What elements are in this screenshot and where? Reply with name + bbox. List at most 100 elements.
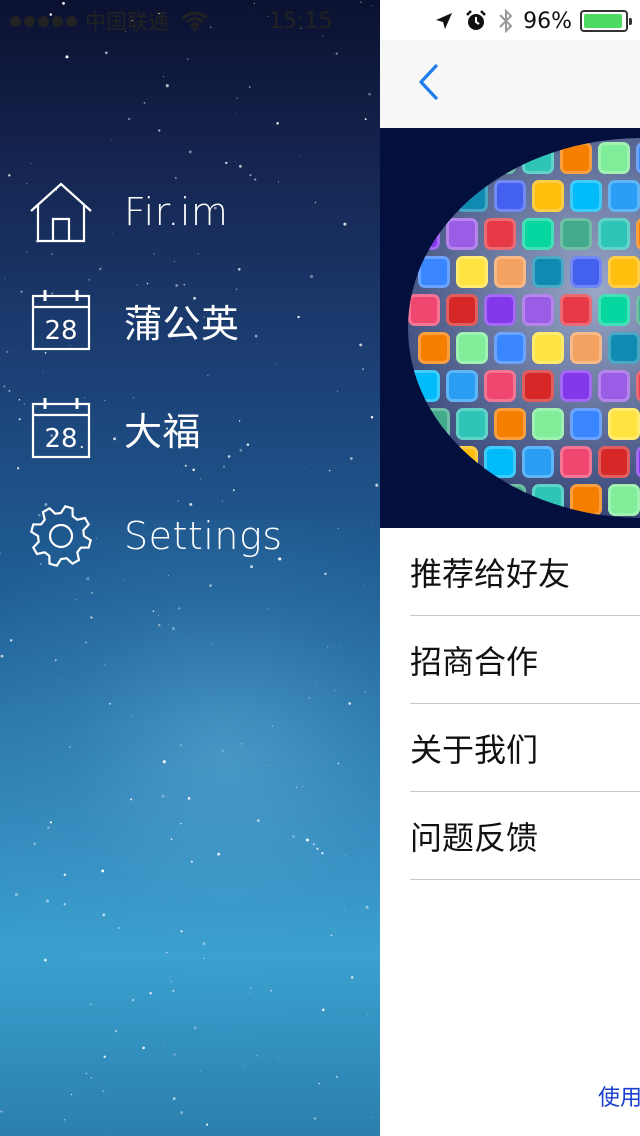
menu-item-dafu[interactable]: 28 大福 xyxy=(28,374,283,482)
app-tile xyxy=(446,142,478,174)
app-tile xyxy=(570,256,602,288)
app-tile xyxy=(418,408,450,440)
location-arrow-icon xyxy=(435,12,453,30)
app-tile xyxy=(484,370,516,402)
carrier-name: 中国联通 xyxy=(85,10,169,34)
app-tile xyxy=(570,180,602,212)
list-item-business[interactable]: 招商合作 xyxy=(410,616,640,704)
app-tile xyxy=(560,370,592,402)
app-tile xyxy=(522,294,554,326)
app-tile xyxy=(636,446,640,478)
battery-fill xyxy=(584,14,623,28)
list-item-feedback[interactable]: 问题反馈 xyxy=(410,792,640,880)
wifi-icon xyxy=(182,11,208,32)
signal-dots-icon xyxy=(10,15,77,27)
app-tile xyxy=(446,370,478,402)
app-tile xyxy=(636,218,640,250)
app-tile xyxy=(636,370,640,402)
app-tile xyxy=(484,142,516,174)
app-tile xyxy=(446,294,478,326)
options-list: 推荐给好友 招商合作 关于我们 问题反馈 xyxy=(410,528,640,880)
app-tile xyxy=(522,446,554,478)
app-tile xyxy=(418,256,450,288)
calendar-icon: 28 xyxy=(28,287,94,353)
bluetooth-icon xyxy=(499,9,513,33)
list-item-label: 招商合作 xyxy=(410,642,539,681)
app-tile xyxy=(408,142,440,174)
app-tile xyxy=(560,294,592,326)
app-tile xyxy=(418,484,450,516)
menu-item-firim[interactable]: Fir.im xyxy=(28,158,283,266)
app-tile xyxy=(408,294,440,326)
menu-item-pugongying[interactable]: 28 蒲公英 xyxy=(28,266,283,374)
home-icon xyxy=(28,179,94,245)
app-tile xyxy=(484,294,516,326)
calendar-icon: 28 xyxy=(28,395,94,461)
app-tile xyxy=(418,180,450,212)
app-tile xyxy=(522,142,554,174)
app-tile xyxy=(608,408,640,440)
app-tile xyxy=(522,370,554,402)
drawer-menu: Fir.im 28 蒲公英 28 大福 Settings xyxy=(28,158,283,590)
app-tile xyxy=(456,332,488,364)
navigation-bar xyxy=(380,40,640,128)
app-tile xyxy=(560,218,592,250)
app-tile xyxy=(456,180,488,212)
app-tile xyxy=(560,142,592,174)
list-item-label: 推荐给好友 xyxy=(410,554,571,593)
main-panel: 96% 推荐给好友 招商合作 关于我们 问题反馈 使用 xyxy=(380,0,640,1136)
calendar-day-text: 28 xyxy=(44,424,77,454)
list-item-about[interactable]: 关于我们 xyxy=(410,704,640,792)
app-tile xyxy=(456,408,488,440)
list-item-label: 关于我们 xyxy=(410,730,539,769)
app-tile xyxy=(484,446,516,478)
app-tile xyxy=(522,218,554,250)
app-tile xyxy=(532,180,564,212)
app-tile xyxy=(456,256,488,288)
app-tile xyxy=(532,256,564,288)
app-tile xyxy=(570,332,602,364)
status-bar-right: 96% xyxy=(380,6,640,36)
app-tile xyxy=(532,408,564,440)
terms-link[interactable]: 使用 xyxy=(598,1080,640,1112)
app-tile xyxy=(446,218,478,250)
side-menu-drawer: 中国联通 15:15 Fir.im 28 蒲公英 28 大福 Settings xyxy=(0,0,380,1136)
app-tile xyxy=(598,294,630,326)
status-time: 15:15 xyxy=(269,8,333,34)
app-tile xyxy=(494,180,526,212)
app-tile xyxy=(598,370,630,402)
app-tile xyxy=(608,332,640,364)
app-tile xyxy=(608,484,640,516)
app-tile xyxy=(494,408,526,440)
app-tile xyxy=(560,446,592,478)
menu-item-label: Settings xyxy=(124,514,283,558)
app-tile xyxy=(408,446,440,478)
app-tile xyxy=(636,142,640,174)
app-tile xyxy=(494,256,526,288)
app-tile xyxy=(532,484,564,516)
app-tile xyxy=(446,446,478,478)
menu-item-label: 蒲公英 xyxy=(124,301,240,346)
app-tile xyxy=(636,294,640,326)
app-tile xyxy=(532,332,564,364)
app-tile xyxy=(494,332,526,364)
list-item-label: 问题反馈 xyxy=(410,818,539,857)
app-tile xyxy=(456,484,488,516)
alarm-icon xyxy=(465,10,487,32)
menu-item-label: Fir.im xyxy=(124,190,229,234)
app-tile xyxy=(608,256,640,288)
app-tile xyxy=(608,180,640,212)
app-tile xyxy=(570,408,602,440)
app-tile xyxy=(408,218,440,250)
app-icon-globe xyxy=(408,138,640,518)
app-tile xyxy=(484,218,516,250)
app-tile xyxy=(418,332,450,364)
calendar-day-text: 28 xyxy=(44,316,77,346)
battery-percent: 96% xyxy=(523,8,572,34)
menu-item-settings[interactable]: Settings xyxy=(28,482,283,590)
app-tile xyxy=(408,370,440,402)
status-bar-left: 中国联通 15:15 xyxy=(10,6,332,36)
back-button[interactable] xyxy=(416,62,446,102)
chevron-left-icon xyxy=(419,64,438,100)
list-item-recommend[interactable]: 推荐给好友 xyxy=(410,528,640,616)
